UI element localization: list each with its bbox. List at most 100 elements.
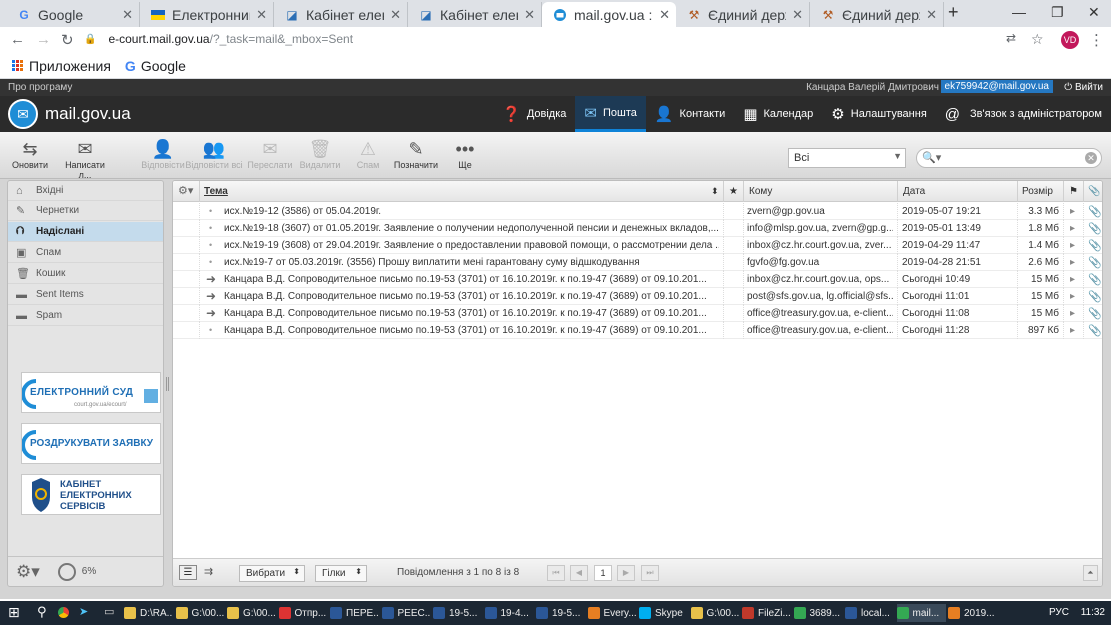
close-icon[interactable]: ✕ <box>524 7 535 23</box>
table-row[interactable]: • Канцара В.Д. Сопроводительное письмо по… <box>173 322 1102 339</box>
nav-contact-admin[interactable]: @ Зв'язок з адміністратором <box>936 96 1111 132</box>
url-field[interactable]: 🔒 e-court.mail.gov.ua/?_task=mail&_mbox=… <box>84 27 1084 51</box>
translate-icon[interactable]: ⇄ <box>1006 31 1016 45</box>
expand-preview-icon[interactable]: ⏶ <box>1083 565 1098 581</box>
list-options-icon[interactable]: ⚙▾ <box>178 184 193 197</box>
close-icon[interactable]: ✕ <box>122 7 133 23</box>
taskbar-item[interactable]: mail... <box>896 604 946 622</box>
nav-help[interactable]: ❓ Довідка <box>493 96 575 132</box>
forward-button[interactable]: ✉ Переслати <box>243 138 297 170</box>
row-menu-icon[interactable]: ▸ <box>1070 223 1075 234</box>
nav-calendar[interactable]: ▦ Календар <box>734 96 822 132</box>
close-icon[interactable]: ✕ <box>926 7 937 23</box>
col-attachment-icon[interactable]: 📎 <box>1088 186 1100 197</box>
table-row[interactable]: ➜ Канцара В.Д. Сопроводительное письмо по… <box>173 271 1102 288</box>
close-icon[interactable]: ✕ <box>659 7 670 23</box>
taskbar-item[interactable]: 19-5... <box>433 604 482 622</box>
gear-icon[interactable]: ⚙▾ <box>16 562 40 582</box>
more-button[interactable]: ••• Ще <box>438 138 492 170</box>
close-icon[interactable]: ✕ <box>256 7 267 23</box>
refresh-button[interactable]: ⇆ Оновити <box>3 138 57 170</box>
folder-inbox[interactable]: ⌂ Вхідні <box>8 181 163 201</box>
clock[interactable]: 11:32 <box>1081 607 1105 618</box>
compose-button[interactable]: ✉ Написати л... <box>58 138 112 180</box>
language-indicator[interactable]: РУС <box>1049 607 1069 618</box>
col-subject[interactable]: Тема <box>204 186 228 197</box>
taskbar-item[interactable]: Отпр... <box>278 604 328 622</box>
folder-spam[interactable]: ▣ Спам <box>8 243 163 263</box>
user-email[interactable]: ek759942@mail.gov.ua <box>940 80 1053 93</box>
row-menu-icon[interactable]: ▸ <box>1070 274 1075 285</box>
search-icon[interactable]: ⚲ <box>37 604 47 620</box>
folder-sent[interactable]: ⮉ Надіслані <box>8 222 163 242</box>
app-logo[interactable]: ✉ mail.gov.ua <box>8 99 131 129</box>
nav-contacts[interactable]: 👤 Контакти <box>646 96 734 132</box>
bookmark-google[interactable]: Google <box>141 58 186 74</box>
back-icon[interactable]: ← <box>10 31 25 48</box>
col-status-icon[interactable]: ⚑ <box>1069 186 1078 197</box>
folder-sent-items[interactable]: ▬ Sent Items <box>8 285 163 305</box>
delete-button[interactable]: 🗑 Видалити <box>293 138 347 170</box>
col-to[interactable]: Кому <box>749 186 772 197</box>
taskbar-item[interactable]: G:\00... <box>227 604 276 622</box>
table-row[interactable]: • исх.№19-7 от 05.03.2019г. (3556) Прошу … <box>173 254 1102 271</box>
banner-ecourt[interactable]: ЕЛЕКТРОННИЙ СУД court.gov.ua/ecourt/ <box>21 372 161 413</box>
restore-icon[interactable]: ❐ <box>1051 4 1064 21</box>
threads-dropdown[interactable]: Гілки ⬍ <box>315 565 367 582</box>
next-page-icon[interactable]: ▶ <box>617 565 635 581</box>
telegram-icon[interactable]: ➤ <box>79 605 88 618</box>
table-row[interactable]: • исх.№19-18 (3607) от 01.05.2019г. Заявл… <box>173 220 1102 237</box>
taskbar-item[interactable]: 19-5... <box>536 604 585 622</box>
taskbar-item[interactable]: FileZi... <box>742 604 791 622</box>
nav-settings[interactable]: ⚙ Налаштування <box>822 96 935 132</box>
forward-icon[interactable]: → <box>36 31 51 48</box>
browser-tab-registry-2[interactable]: ⚒ Єдиний держ ✕ <box>810 2 944 27</box>
table-row[interactable]: • исх.№19-19 (3608) от 29.04.2019г. Заявл… <box>173 237 1102 254</box>
taskbar-item[interactable]: G:\00... <box>690 604 740 622</box>
star-icon[interactable]: ☆ <box>1031 31 1044 48</box>
row-menu-icon[interactable]: ▸ <box>1070 308 1075 319</box>
folder-trash[interactable]: 🗑 Кошик <box>8 264 163 284</box>
col-size[interactable]: Розмір <box>1022 186 1053 197</box>
prev-page-icon[interactable]: ◀ <box>570 565 588 581</box>
browser-tab-registry-1[interactable]: ⚒ Єдиний держ ✕ <box>676 2 810 27</box>
taskbar-item[interactable]: D:\RA... <box>124 604 173 622</box>
close-icon[interactable]: ✕ <box>390 7 401 23</box>
mark-button[interactable]: ✎ Позначити <box>389 138 443 170</box>
row-menu-icon[interactable]: ▸ <box>1070 291 1075 302</box>
browser-tab-ecourt[interactable]: Електронний ✕ <box>140 2 274 27</box>
taskbar-item[interactable]: 19-4... <box>484 604 534 622</box>
browser-tab-google[interactable]: G Google ✕ <box>6 2 140 27</box>
folder-drafts[interactable]: ✎ Чернетки <box>8 201 163 221</box>
reload-icon[interactable]: ↻ <box>61 31 74 49</box>
taskbar-item[interactable]: G:\00... <box>175 604 225 622</box>
new-tab-icon[interactable]: + <box>948 2 959 23</box>
browser-tab-mail[interactable]: mail.gov.ua :: ✕ <box>542 2 676 27</box>
taskbar-item[interactable]: local... <box>845 604 894 622</box>
row-menu-icon[interactable]: ▸ <box>1070 325 1075 336</box>
col-date[interactable]: Дата <box>903 186 925 197</box>
table-row[interactable]: ➜ Канцара В.Д. Сопроводительное письмо по… <box>173 288 1102 305</box>
page-number[interactable]: 1 <box>594 565 612 581</box>
spam-button[interactable]: ⚠ Спам <box>341 138 395 170</box>
profile-avatar[interactable]: VD <box>1061 31 1079 49</box>
nav-mail[interactable]: ✉ Пошта <box>575 96 646 132</box>
banner-print-request[interactable]: РОЗДРУКУВАТИ ЗАЯВКУ <box>21 423 161 464</box>
clear-search-icon[interactable]: ✕ <box>1085 152 1097 164</box>
taskbar-item[interactable]: РЕЕС... <box>381 604 431 622</box>
taskbar-item[interactable]: ПЕРЕ... <box>330 604 379 622</box>
first-page-icon[interactable]: ⏮ <box>547 565 565 581</box>
search-input[interactable]: 🔍▾ ✕ <box>916 148 1102 168</box>
folder-spam-2[interactable]: ▬ Spam <box>8 306 163 326</box>
bookmark-apps[interactable]: Приложения <box>29 58 111 74</box>
select-dropdown[interactable]: Вибрати ⬍ <box>239 565 305 582</box>
row-menu-icon[interactable]: ▸ <box>1070 257 1075 268</box>
windows-start-icon[interactable]: ⊞ <box>8 604 20 621</box>
banner-cabinet[interactable]: КАБІНЕТ ЕЛЕКТРОННИХ СЕРВІСІВ <box>21 474 161 515</box>
thread-mode-icon[interactable]: ⇉ <box>204 565 213 578</box>
taskbar-item[interactable]: Skype <box>639 604 688 622</box>
reply-all-button[interactable]: 👥 Відповісти всі <box>184 138 244 170</box>
col-flag-icon[interactable]: ★ <box>729 186 738 197</box>
pane-splitter[interactable] <box>166 377 169 391</box>
browser-tab-cabinet-1[interactable]: ◪ Кабінет елект ✕ <box>274 2 408 27</box>
